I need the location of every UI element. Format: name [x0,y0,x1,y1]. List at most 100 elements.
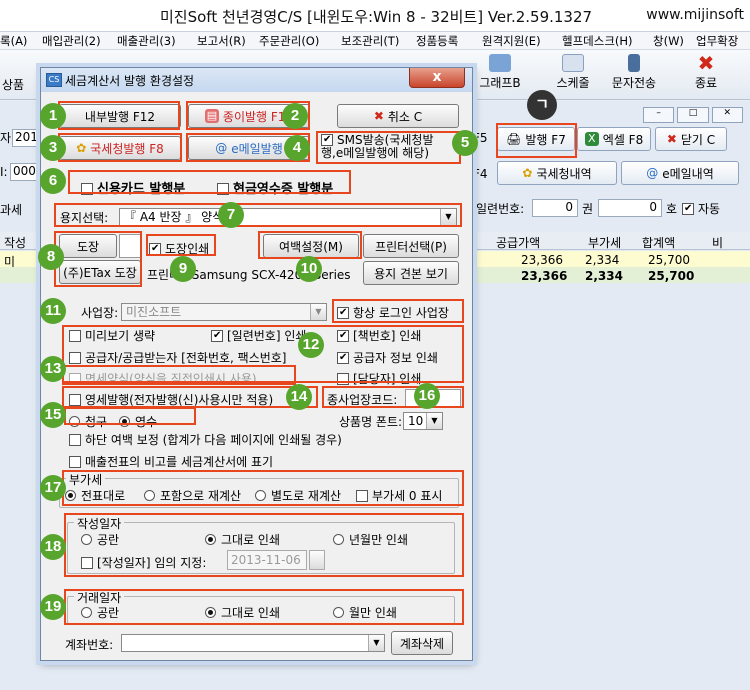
close-button[interactable]: ✖ 닫기 C [655,127,727,151]
col-header-vat: 부가세 [588,236,622,250]
menu-item[interactable]: 매입관리(2) [42,33,101,49]
print-manager-checkbox[interactable]: [담당자] 인쇄 [337,370,421,387]
dialog-title-bar: CS 세금계산서 발행 환경설정 x [41,68,472,92]
date-as-is-radio[interactable]: 그대로 인쇄 [205,531,280,548]
stamp-print-checkbox[interactable]: 도장인쇄 [149,240,209,257]
excel-icon: X [584,132,599,146]
chevron-down-icon: ▼ [368,635,384,651]
account-delete-button[interactable]: 계좌삭제 [391,631,453,655]
dialog-close-button[interactable]: x [409,68,465,88]
checkbox-icon [69,352,81,364]
radio-icon [205,534,216,545]
contact-info-checkbox[interactable]: 공급자/공급받는자 [전화번호, 팩스번호] [69,349,287,366]
sample-view-button[interactable]: 용지 견본 보기 [363,261,459,285]
serial-label: 일련번호: [476,202,525,216]
print-book-checkbox[interactable]: [책번호] 인쇄 [337,327,421,344]
internal-issue-button[interactable]: 내부발행 F12 [59,104,181,128]
vat-zero-checkbox[interactable]: 부가세 0 표시 [356,487,442,504]
nts-history-button[interactable]: ✿ 국세청내역 [497,161,617,185]
nts-issue-button[interactable]: ✿ 국세청발행 F8 [59,136,181,160]
radio-icon [69,416,80,427]
checkbox-icon [81,557,93,569]
printer-select-button[interactable]: 프린터선택(P) [363,234,459,258]
zero-rate-checkbox[interactable]: 영세발행(전자발행(신)사용시만 적용) [69,391,273,408]
dialog-title: 세금계산서 발행 환경설정 [65,74,195,88]
margin-settings-button[interactable]: 여백설정(M) [263,234,359,258]
marker-18: 18 [40,534,66,560]
paper-select[interactable]: 『 A4 반장 』 양식 ▼ [119,208,457,226]
menu-item[interactable]: 원격지원(E) [482,33,541,49]
toolbar-sms[interactable]: 문자전송 [604,50,664,91]
claim-radio[interactable]: 청구 [69,413,107,430]
menu-item[interactable]: 보고서(R) [197,33,246,49]
checkbox-icon [356,490,368,502]
serial-book-field[interactable]: 0 [532,199,578,217]
etax-stamp-button[interactable]: (주)ETax 도장 [59,260,141,284]
print-serial-checkbox[interactable]: [일련번호] 인쇄 [211,327,306,344]
credit-card-checkbox[interactable]: 신용카드 발행분 [81,178,185,197]
graph-icon [489,54,511,72]
bottom-margin-checkbox[interactable]: 하단 여백 보정 (합계가 다음 페이지에 인쇄될 경우) [69,431,342,448]
stamp-button[interactable]: 도장 [59,234,117,258]
cash-receipt-checkbox[interactable]: 현금영수증 발행분 [217,178,333,197]
marker-13: 13 [40,356,66,382]
menu-item[interactable]: 창(W) [653,33,684,49]
menu-item[interactable]: 보조관리(T) [341,33,399,49]
date-field[interactable]: 2013 [12,129,46,147]
calendar-icon[interactable] [309,550,325,570]
memo-checkbox[interactable]: 매출전표의 비고를 세금계산서에 표기 [69,453,273,470]
always-login-checkbox[interactable]: 항상 로그인 사업장 [337,304,449,321]
date-custom-checkbox[interactable]: [작성일자] 임의 지정: [81,554,206,571]
marker-7: 7 [218,202,244,228]
vat-included-radio[interactable]: 포함으로 재계산 [144,487,241,504]
vat-as-voucher-radio[interactable]: 전표대로 [65,487,125,504]
font-size-select[interactable]: 10 ▼ [403,412,443,430]
site-select[interactable]: 미진소프트 ▼ [121,303,327,321]
issue-button[interactable]: 🖨 발행 F7 [497,127,575,151]
trade-month-only-radio[interactable]: 월만 인쇄 [333,604,397,621]
printer-icon: 🖨 [506,132,522,146]
checkbox-icon [682,203,694,215]
auto-checkbox[interactable]: 자동 [682,200,720,217]
cancel-button[interactable]: ✖ 취소 C [337,104,459,128]
date-blank-radio[interactable]: 공란 [81,531,119,548]
supplier-info-checkbox[interactable]: 공급자 정보 인쇄 [337,349,438,366]
sms-checkbox[interactable]: SMS발송(국세청발행,e메일발행에 해당) [321,134,453,160]
skip-preview-checkbox[interactable]: 미리보기 생략 [69,327,155,344]
excel-button[interactable]: X 엑셀 F8 [577,127,651,151]
taxfree-form-checkbox[interactable]: 면세양식(양식을 직접인쇄시 사용) [69,370,257,387]
col-header-total: 합계액 [642,236,676,250]
toolbar-exit[interactable]: ✖ 종료 [682,50,730,91]
close-icon[interactable]: ✕ [711,107,743,123]
tax-label: 과세 [0,203,23,217]
menu-item[interactable]: 정품등록 [416,33,458,49]
toolbar-schedule[interactable]: 스케줄 [550,50,596,91]
trade-blank-radio[interactable]: 공란 [81,604,119,621]
date-custom-input[interactable]: 2013-11-06 [227,550,307,570]
menu-item[interactable]: 헬프데스크(H) [562,33,633,49]
trade-as-is-radio[interactable]: 그대로 인쇄 [205,604,280,621]
account-select[interactable]: ▼ [121,634,385,652]
receipt-radio[interactable]: 영수 [119,413,157,430]
email-history-button[interactable]: @ e메일내역 [621,161,739,185]
date-year-month-radio[interactable]: 년월만 인쇄 [333,531,408,548]
menu-item[interactable]: 업무확장 [696,33,738,49]
menu-item[interactable]: 주문관리(O) [259,33,319,49]
toolbar-product[interactable]: 상품 [2,76,24,93]
marker-4: 4 [284,135,310,161]
radio-icon [333,534,344,545]
account-label: 계좌번호: [65,638,114,652]
serial-number-field[interactable]: 0 [598,199,662,217]
flower-icon: ✿ [522,166,533,180]
minimize-icon[interactable]: – [643,107,675,123]
paper-select-label: 용지선택: [60,211,109,225]
vat-separate-radio[interactable]: 별도로 재계산 [255,487,341,504]
maximize-icon[interactable]: □ [677,107,709,123]
checkbox-icon [69,456,81,468]
menu-item[interactable]: 매출관리(3) [117,33,176,49]
code-field[interactable]: 0000 [10,163,44,181]
menu-item[interactable]: 록(A) [0,33,27,49]
col-header-supply: 공급가액 [496,236,541,250]
checkbox-icon [337,307,349,319]
toolbar-graph[interactable]: 그래프B [474,50,526,91]
